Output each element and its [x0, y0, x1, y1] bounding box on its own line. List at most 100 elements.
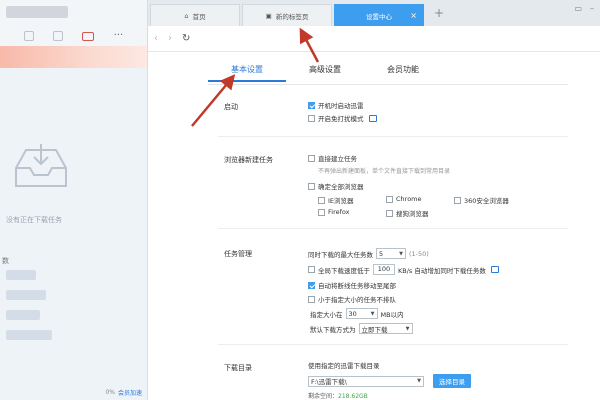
speed-threshold-row: 全局下载速度低于 100 KB/s 自动增加同时下载任务数 [308, 264, 499, 275]
blurred-username [6, 6, 68, 18]
max-tasks-select[interactable]: 5 ▼ [376, 248, 406, 259]
default-mode-select[interactable]: 立即下载 ▼ [358, 323, 413, 334]
browser-checkbox[interactable] [386, 209, 393, 217]
browser-label: Chrome [396, 195, 422, 203]
blurred-row [6, 290, 46, 300]
monitor-browsers-option[interactable]: 确定全部浏览器 [308, 181, 364, 191]
startup-autostart-option[interactable]: 开机时启动迅雷 [308, 100, 364, 110]
left-title-bar [0, 0, 147, 26]
size-limit-row: 指定大小在 30 ▼ MB以内 [310, 308, 404, 319]
browser-option-firefox[interactable]: Firefox [318, 208, 350, 216]
select-value: 30 [348, 309, 357, 318]
auto-move-checkbox[interactable] [308, 281, 315, 289]
free-space-row: 剩余空间：218.62GB [308, 391, 368, 400]
tab-new-page[interactable]: ▣ 新的标签页 [242, 4, 332, 26]
tab-settings-center[interactable]: 设置中心 × [334, 4, 424, 26]
free-space-label: 剩余空间： [308, 393, 339, 400]
select-value: 立即下载 [361, 325, 388, 334]
option-label: 开启免打扰模式 [318, 115, 364, 123]
blurred-row [6, 330, 52, 340]
max-tasks-range: (1-50) [409, 249, 429, 258]
browser-option-chrome[interactable]: Chrome [386, 195, 422, 203]
browser-label: 360安全浏览器 [464, 197, 509, 205]
option-label: 直接建立任务 [318, 155, 357, 163]
window-controls: ▭ – [574, 4, 594, 13]
browser-label: Firefox [328, 208, 350, 216]
new-task-icon[interactable] [23, 31, 34, 41]
choose-dir-button[interactable]: 选择目录 [433, 374, 471, 388]
speed-threshold-checkbox[interactable] [308, 266, 315, 273]
browser-option-sogou[interactable]: 搜狗浏览器 [386, 208, 429, 218]
browser-checkbox[interactable] [318, 208, 325, 216]
speed-suffix: KB/s 自动增加同时下载任务数 [398, 266, 486, 275]
info-icon[interactable] [490, 266, 499, 273]
size-suffix: MB以内 [380, 310, 404, 319]
tabs-divider [208, 84, 568, 85]
vip-icon[interactable] [82, 31, 95, 41]
add-tab-icon[interactable]: + [434, 6, 444, 20]
speed-input[interactable]: 100 [373, 264, 395, 275]
promo-banner[interactable] [0, 46, 147, 68]
forward-icon[interactable]: › [168, 33, 172, 44]
tab-basic-settings[interactable]: 基本设置 [208, 60, 286, 82]
chevron-down-icon: ▼ [417, 378, 421, 384]
back-icon[interactable]: ‹ [154, 33, 158, 44]
more-icon[interactable]: ··· [113, 31, 124, 41]
tab-vip-features[interactable]: 会员功能 [364, 60, 442, 84]
browser-checkbox[interactable] [454, 196, 461, 204]
direct-task-note: 不再弹出新建面板，单个文件直接下载到常用目录 [318, 168, 451, 175]
size-select[interactable]: 30 ▼ [345, 308, 378, 319]
section-divider [218, 228, 568, 229]
left-section-label: 数 [2, 257, 9, 265]
section-task-mgmt-label: 任务管理 [224, 250, 252, 258]
default-mode-label: 默认下载方式为 [310, 325, 356, 334]
use-dir-row: 使用指定的迅雷下载目录 [308, 360, 380, 370]
direct-task-checkbox[interactable] [308, 154, 315, 162]
chevron-down-icon: ▼ [370, 310, 375, 317]
small-first-checkbox[interactable] [308, 295, 315, 303]
startup-dnd-option[interactable]: 开启免打扰模式 [308, 113, 377, 123]
default-mode-row: 默认下载方式为 立即下载 ▼ [310, 323, 413, 334]
option-label: 小于指定大小的任务不排队 [318, 296, 396, 304]
browser-checkbox[interactable] [386, 195, 393, 203]
minimize-icon[interactable]: – [590, 4, 594, 13]
tab-strip: ⌂ 首页 ▣ 新的标签页 设置中心 × + ▭ – [148, 0, 600, 26]
select-value: F:\迅雷下载\ [311, 378, 347, 386]
empty-inbox-icon [15, 144, 67, 187]
blurred-row [6, 270, 36, 280]
delete-icon[interactable] [52, 31, 63, 41]
speed-label: 全局下载速度低于 [318, 266, 370, 275]
section-divider [218, 136, 568, 137]
left-footer: 0% 会员加速 [0, 384, 147, 400]
vip-speed-link[interactable]: 会员加速 [118, 388, 142, 397]
chevron-down-icon: ▼ [405, 325, 410, 332]
info-icon[interactable] [368, 114, 377, 122]
small-first-row[interactable]: 小于指定大小的任务不排队 [308, 294, 396, 304]
tab-advanced-settings[interactable]: 高级设置 [286, 60, 364, 84]
section-divider [218, 344, 568, 345]
nav-bar: ‹ › ↻ [148, 26, 600, 52]
download-panel: ··· 没有正在下载任务 数 0% 会员加速 [0, 0, 148, 400]
browser-option-ie[interactable]: IE浏览器 [318, 195, 354, 205]
size-label: 指定大小在 [310, 310, 343, 319]
dir-path-row: F:\迅雷下载\ ▼ 选择目录 [308, 374, 471, 388]
use-dir-label: 使用指定的迅雷下载目录 [308, 362, 380, 370]
tab-label: 首页 [192, 12, 206, 21]
refresh-icon[interactable]: ↻ [182, 33, 190, 44]
autostart-checkbox[interactable] [308, 101, 315, 109]
tab-home[interactable]: ⌂ 首页 [150, 4, 240, 26]
direct-task-option[interactable]: 直接建立任务 [308, 153, 357, 163]
settings-page: 基本设置 高级设置 会员功能 启动 开机时启动迅雷 开启免打扰模式 浏览器新建任… [148, 52, 600, 400]
dnd-checkbox[interactable] [308, 114, 315, 122]
page-icon: ▣ [265, 11, 272, 20]
close-icon[interactable]: × [410, 11, 417, 20]
max-tasks-row: 同时下载的最大任务数 5 ▼ (1-50) [308, 248, 429, 259]
auto-move-row[interactable]: 自动将断线任务移动至尾部 [308, 280, 396, 290]
free-space-value: 218.62GB [338, 393, 368, 400]
skin-icon[interactable]: ▭ [574, 4, 582, 13]
browser-option-360[interactable]: 360安全浏览器 [454, 195, 509, 205]
tab-label: 新的标签页 [275, 12, 309, 21]
monitor-browsers-checkbox[interactable] [308, 182, 315, 190]
download-dir-select[interactable]: F:\迅雷下载\ ▼ [308, 375, 424, 387]
browser-checkbox[interactable] [318, 196, 325, 204]
